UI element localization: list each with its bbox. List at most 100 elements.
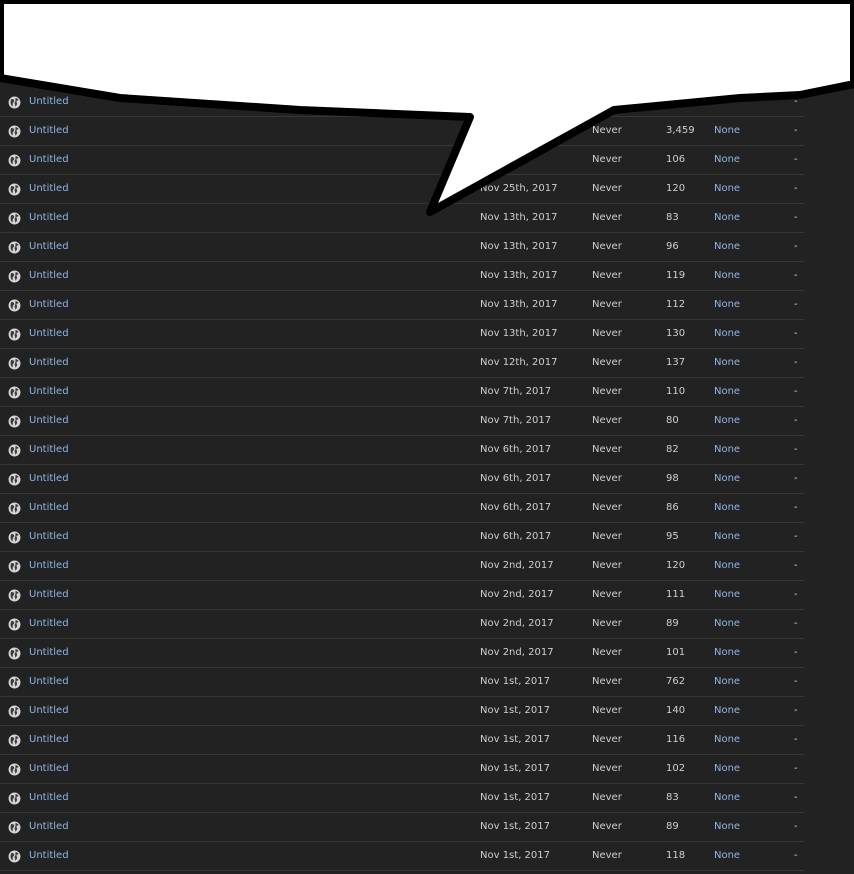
table-row[interactable]: Untitled Nov 13th, 2017 Never 96 None - [0, 233, 854, 262]
table-row[interactable]: Untitled Nov 1st, 2017 Never 102 None - [0, 755, 854, 784]
table-row[interactable]: Untitled - [0, 88, 854, 117]
paste-hits: 137 [666, 357, 686, 368]
paste-title-link[interactable]: Untitled [29, 241, 69, 253]
paste-date: Nov 7th, 2017 [480, 386, 552, 397]
paste-syntax-link[interactable]: None [714, 444, 740, 456]
paste-extra: - [794, 241, 798, 252]
paste-title-link[interactable]: Untitled [29, 212, 69, 224]
table-row[interactable]: Untitled Nov 12th, 2017 Never 137 None - [0, 349, 854, 378]
table-row[interactable]: Untitled Nov 13th, 2017 Never 112 None - [0, 291, 854, 320]
paste-title-link[interactable]: Untitled [29, 502, 69, 514]
paste-title-link[interactable]: Untitled [29, 763, 69, 775]
paste-extra: - [794, 821, 798, 832]
paste-syntax-link[interactable]: None [714, 676, 740, 688]
paste-title-link[interactable]: Untitled [29, 125, 69, 137]
paste-title-link[interactable]: Untitled [29, 444, 69, 456]
table-row[interactable]: Untitled Nov 2nd, 2017 Never 101 None - [0, 639, 854, 668]
paste-syntax-link[interactable]: None [714, 415, 740, 427]
paste-syntax-link[interactable]: None [714, 705, 740, 717]
paste-title-link[interactable]: Untitled [29, 560, 69, 572]
paste-title-link[interactable]: Untitled [29, 415, 69, 427]
table-row[interactable]: Untitled Nov 1st, 2017 Never 116 None - [0, 726, 854, 755]
globe-icon [8, 705, 21, 718]
globe-icon [8, 444, 21, 457]
paste-title-link[interactable]: Untitled [29, 328, 69, 340]
table-row[interactable]: Untitled Nov 1st, 2017 Never 762 None - [0, 668, 854, 697]
paste-date: Nov 1st, 2017 [480, 705, 550, 716]
table-row[interactable]: Untitled Nov 7th, 2017 Never 110 None - [0, 378, 854, 407]
paste-title-link[interactable]: Untitled [29, 386, 69, 398]
paste-syntax-link[interactable]: None [714, 241, 740, 253]
paste-syntax-link[interactable]: None [714, 792, 740, 804]
paste-title-link[interactable]: Untitled [29, 676, 69, 688]
table-row[interactable]: Untitled Nov 1st, 2017 Never 118 None - [0, 842, 854, 871]
table-row[interactable]: Untitled Nov 13th, 2017 Never 83 None - [0, 204, 854, 233]
paste-syntax-link[interactable]: None [714, 531, 740, 543]
paste-syntax-link[interactable]: None [714, 734, 740, 746]
paste-title-link[interactable]: Untitled [29, 473, 69, 485]
paste-title-link[interactable]: Untitled [29, 850, 69, 862]
paste-syntax-link[interactable]: None [714, 502, 740, 514]
paste-title-link[interactable]: Untitled [29, 821, 69, 833]
table-row[interactable]: Untitled Never 3,459 None - [0, 117, 854, 146]
table-row[interactable]: Untitled Nov 1st, 2017 Never 83 None - [0, 784, 854, 813]
paste-syntax-link[interactable]: None [714, 299, 740, 311]
paste-title-link[interactable]: Untitled [29, 705, 69, 717]
table-row[interactable]: Untitled Nov 2nd, 2017 Never 111 None - [0, 581, 854, 610]
table-row[interactable]: Untitled Nov 2nd, 2017 Never 120 None - [0, 552, 854, 581]
paste-date: Nov 1st, 2017 [480, 676, 550, 687]
table-row[interactable]: Untitled Never 106 None - [0, 146, 854, 175]
table-row[interactable]: Untitled Nov 13th, 2017 Never 119 None - [0, 262, 854, 291]
paste-expires: Never [592, 734, 622, 745]
table-row[interactable]: Untitled Nov 6th, 2017 Never 82 None - [0, 436, 854, 465]
globe-icon [8, 763, 21, 776]
globe-icon [8, 125, 21, 138]
paste-hits: 120 [666, 183, 686, 194]
paste-syntax-link[interactable]: None [714, 154, 740, 166]
table-row[interactable]: Untitled Nov 2nd, 2017 Never 89 None - [0, 610, 854, 639]
paste-syntax-link[interactable]: None [714, 560, 740, 572]
paste-syntax-link[interactable]: None [714, 618, 740, 630]
paste-syntax-link[interactable]: None [714, 212, 740, 224]
paste-syntax-link[interactable]: None [714, 270, 740, 282]
paste-title-link[interactable]: Untitled [29, 589, 69, 601]
globe-icon [8, 415, 21, 428]
paste-syntax-link[interactable]: None [714, 589, 740, 601]
table-row[interactable]: Untitled Nov 25th, 2017 Never 120 None - [0, 175, 854, 204]
table-row[interactable]: Untitled Nov 7th, 2017 Never 80 None - [0, 407, 854, 436]
paste-syntax-link[interactable]: None [714, 473, 740, 485]
paste-syntax-link[interactable]: None [714, 183, 740, 195]
paste-syntax-link[interactable]: None [714, 647, 740, 659]
paste-title-link[interactable]: Untitled [29, 299, 69, 311]
paste-title-link[interactable]: Untitled [29, 154, 69, 166]
paste-expires: Never [592, 473, 622, 484]
paste-syntax-link[interactable]: None [714, 357, 740, 369]
paste-expires: Never [592, 444, 622, 455]
paste-title-link[interactable]: Untitled [29, 734, 69, 746]
paste-syntax-link[interactable]: None [714, 125, 740, 137]
globe-icon [8, 821, 21, 834]
paste-date: Nov 13th, 2017 [480, 270, 558, 281]
table-row[interactable]: Untitled Nov 13th, 2017 Never 130 None - [0, 320, 854, 349]
paste-title-link[interactable]: Untitled [29, 618, 69, 630]
paste-title-link[interactable]: Untitled [29, 96, 69, 108]
paste-hits: 83 [666, 792, 679, 803]
table-row[interactable]: Untitled Nov 6th, 2017 Never 95 None - [0, 523, 854, 552]
paste-syntax-link[interactable]: None [714, 328, 740, 340]
paste-hits: 130 [666, 328, 686, 339]
table-row[interactable]: Untitled Nov 6th, 2017 Never 86 None - [0, 494, 854, 523]
paste-hits: 98 [666, 473, 679, 484]
paste-title-link[interactable]: Untitled [29, 357, 69, 369]
table-row[interactable]: Untitled Nov 1st, 2017 Never 89 None - [0, 813, 854, 842]
paste-syntax-link[interactable]: None [714, 821, 740, 833]
paste-title-link[interactable]: Untitled [29, 531, 69, 543]
paste-title-link[interactable]: Untitled [29, 183, 69, 195]
paste-title-link[interactable]: Untitled [29, 270, 69, 282]
paste-title-link[interactable]: Untitled [29, 792, 69, 804]
table-row[interactable]: Untitled Nov 1st, 2017 Never 140 None - [0, 697, 854, 726]
paste-syntax-link[interactable]: None [714, 386, 740, 398]
paste-syntax-link[interactable]: None [714, 850, 740, 862]
paste-title-link[interactable]: Untitled [29, 647, 69, 659]
table-row[interactable]: Untitled Nov 6th, 2017 Never 98 None - [0, 465, 854, 494]
paste-syntax-link[interactable]: None [714, 763, 740, 775]
